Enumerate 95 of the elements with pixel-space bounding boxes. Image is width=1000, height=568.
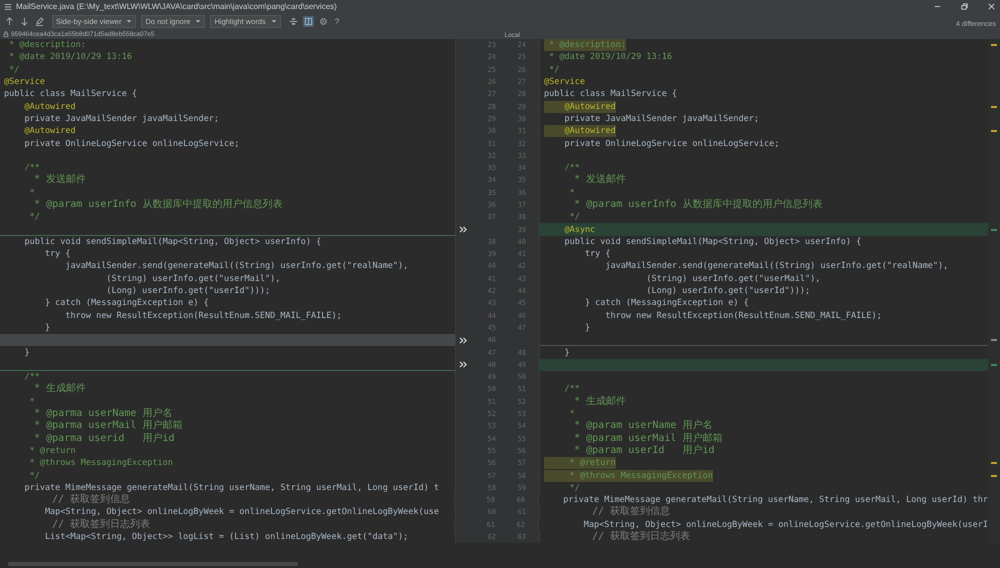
change-stripe-mark[interactable]: [991, 130, 997, 132]
code-line: } catch (MessagingException e) {: [44, 297, 209, 310]
code-line: }: [584, 322, 590, 334]
code-line: (Long) userInfo.get("userId")));: [105, 285, 270, 298]
code-line: @Autowired: [23, 100, 76, 113]
code-line: Map<String, Object> onlineLogByWeek = onlineLogService.getOnlineLogByWeek(use: [44, 506, 439, 518]
code-line: public class MailService {: [4, 88, 138, 100]
code-line: private JavaMailSender javaMailSender;: [563, 112, 759, 125]
change-stripe-mark[interactable]: [991, 474, 997, 477]
code-line: * @param userName 用户名: [573, 420, 712, 432]
code-line: * 发送邮件: [33, 174, 86, 186]
code-line: * 生成邮件: [573, 396, 626, 408]
code-line: private OnlineLogService onlineLogService;: [563, 138, 780, 150]
code-line: try {: [584, 248, 611, 260]
menu-icon[interactable]: [4, 2, 12, 10]
code-line: private MimeMessage generateMail(String userName, String userMail, Long userId) t: [23, 482, 439, 494]
help-button[interactable]: ?: [332, 16, 342, 26]
caret-icon: [195, 18, 202, 24]
caret-icon: [126, 18, 132, 24]
code-line: }: [563, 346, 570, 359]
code-line: * @parma userid 用户id: [33, 432, 175, 445]
code-line: private OnlineLogService onlineLogService;: [23, 138, 240, 150]
apply-change-icon[interactable]: [458, 361, 468, 368]
code-line: /**: [23, 371, 40, 384]
code-line: try {: [44, 248, 71, 260]
caret-icon: [270, 18, 277, 24]
code-line: */: [28, 211, 40, 224]
code-line: */: [28, 470, 40, 482]
apply-change-icon[interactable]: [458, 226, 468, 234]
code-line: * @param userInfo 从数据库中提取的用户信息列表: [33, 199, 282, 211]
code-line: * @description:: [8, 39, 86, 52]
code-line: */: [548, 64, 560, 76]
code-line: @Async: [563, 224, 596, 236]
code-line: */: [568, 211, 580, 224]
code-line: * 生成邮件: [33, 383, 86, 396]
code-line: throw new ResultException(ResultEnum.SEND_MAIL_FAILE);: [64, 310, 342, 322]
close-icon[interactable]: [987, 2, 996, 11]
code-line: *: [568, 408, 575, 420]
change-stripe-mark[interactable]: [991, 364, 997, 366]
code-line: * 发送邮件: [573, 174, 626, 186]
code-line: * @param userMail 用户邮箱: [573, 432, 722, 444]
change-stripe-mark[interactable]: [991, 106, 997, 108]
code-line: public class MailService {: [544, 88, 678, 100]
change-stripe-mark[interactable]: [991, 228, 997, 231]
change-stripe-mark[interactable]: [991, 339, 997, 342]
code-line: * @param userInfo 从数据库中提取的用户信息列表: [573, 199, 822, 211]
lock-icon: [3, 31, 9, 37]
code-line: */: [568, 482, 580, 494]
code-line: public void sendSimpleMail(Map<String, Object> userInfo) {: [23, 236, 322, 248]
code-line: * @parma userName 用户名: [33, 408, 172, 420]
code-line: (String) userInfo.get("userMail"),: [105, 272, 280, 285]
code-line: *: [28, 186, 35, 199]
code-line: throw new ResultException(ResultEnum.SEND_MAIL_FAILE);: [604, 310, 882, 322]
code-line: private MimeMessage generateMail(String userName, String userMail, Long userId) thr: [562, 494, 988, 506]
code-line: * @parma userMail 用户邮箱: [33, 420, 182, 432]
code-line: // 获取签到信息: [51, 494, 130, 506]
code-line: * @date 2019/10/29 13:16: [8, 51, 132, 64]
code-line: } catch (MessagingException e) {: [584, 297, 749, 310]
code-line: List<Map<String, Object>> logList = (List) onlineLogByWeek.get("data");: [44, 531, 408, 544]
pencil-icon[interactable]: [34, 16, 45, 26]
settings-icon[interactable]: [318, 16, 329, 26]
code-line: public void sendSimpleMail(Map<String, Object> userInfo) {: [563, 236, 862, 248]
code-line: javaMailSender.send(generateMail((String) userInfo.get("realName"),: [64, 260, 408, 272]
code-line: (String) userInfo.get("userMail"),: [645, 272, 820, 285]
code-line: }: [23, 346, 30, 359]
code-line: * @param userId 用户id: [573, 444, 715, 457]
code-line: * @throws MessagingException: [28, 457, 173, 470]
code-line: // 获取签到日志列表: [591, 531, 690, 544]
code-line: // 获取签到日志列表: [51, 518, 150, 531]
code-line: @Service: [4, 76, 45, 88]
code-line: *: [28, 396, 35, 408]
code-line: * @date 2019/10/29 13:16: [548, 51, 672, 64]
apply-change-icon[interactable]: [458, 336, 468, 344]
code-line: @Autowired: [23, 125, 76, 138]
code-line: @Service: [544, 76, 585, 88]
code-line: *: [568, 186, 575, 199]
restore-icon[interactable]: [960, 2, 969, 11]
code-line: // 获取签到信息: [591, 506, 670, 518]
code-line: /**: [23, 162, 40, 174]
code-line: (Long) userInfo.get("userId")));: [645, 285, 810, 298]
code-line: */: [8, 64, 20, 76]
code-line: javaMailSender.send(generateMail((String) userInfo.get("realName"),: [604, 260, 948, 272]
code-line: /**: [563, 383, 580, 396]
collapse-icon[interactable]: [288, 16, 299, 26]
code-line: Map<String, Object> onlineLogByWeek = onlineLogService.getOnlineLogByWeek(userI: [582, 518, 988, 530]
change-stripe-mark[interactable]: [991, 44, 997, 46]
columns-icon[interactable]: [302, 16, 314, 26]
code-line: /**: [563, 162, 580, 174]
code-line: }: [44, 322, 50, 334]
down-arrow-icon[interactable]: [19, 16, 30, 26]
window-title: MailService.java (E:\My_text\WLW\WLW\JAVA\card\src\main\java\com\pang\card\services): [16, 2, 337, 11]
code-line: * @return: [28, 444, 76, 457]
change-stripe-mark[interactable]: [991, 462, 997, 464]
up-arrow-icon[interactable]: [4, 16, 15, 26]
code-line: private JavaMailSender javaMailSender;: [23, 112, 219, 125]
